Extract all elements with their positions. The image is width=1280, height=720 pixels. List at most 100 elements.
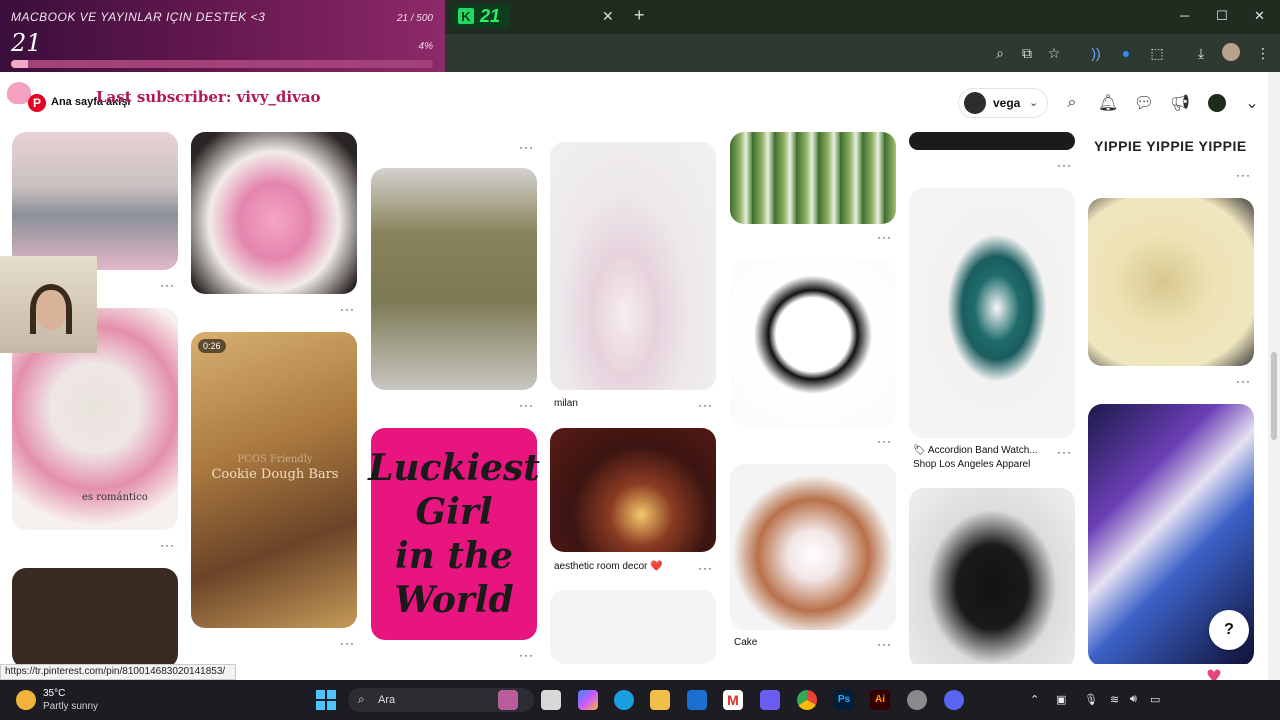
bookmark-star-icon[interactable]: ☆ bbox=[1045, 44, 1063, 62]
tray-app-icon[interactable]: ▣ bbox=[1056, 693, 1066, 706]
pin-more-button[interactable]: ··· bbox=[1236, 168, 1251, 182]
aesthetic-caption: aesthetic room decor ❤️ bbox=[554, 561, 663, 572]
account-menu-chevron-icon[interactable]: ⌄ bbox=[1242, 93, 1262, 113]
romantic-text: es romántico bbox=[82, 492, 148, 503]
shazam-icon[interactable]: ● bbox=[1117, 44, 1135, 62]
new-tab-button[interactable]: + bbox=[634, 5, 645, 26]
taskbar-search-placeholder: Ara bbox=[378, 694, 396, 706]
tray-chevron-icon[interactable]: ⌃ bbox=[1030, 693, 1039, 706]
pin-more-button[interactable]: ··· bbox=[519, 398, 534, 412]
discord-icon[interactable] bbox=[944, 690, 964, 710]
pin-more-button[interactable]: ··· bbox=[340, 636, 355, 650]
pin-more-button[interactable]: ··· bbox=[519, 648, 534, 662]
extension-badge: 21 bbox=[480, 5, 501, 26]
minimize-button[interactable]: ─ bbox=[1180, 8, 1189, 23]
pin-more-button[interactable]: ··· bbox=[160, 538, 175, 552]
pin-more-button[interactable]: ··· bbox=[698, 561, 713, 575]
obs-icon[interactable] bbox=[907, 690, 927, 710]
extension-tab[interactable]: K 21 bbox=[452, 4, 510, 28]
lucky-line: World bbox=[394, 579, 514, 621]
pin-fur-textile[interactable] bbox=[1088, 198, 1254, 366]
lucky-line: in the bbox=[394, 535, 514, 577]
task-view-icon[interactable] bbox=[541, 690, 561, 710]
maximize-button[interactable]: ☐ bbox=[1216, 8, 1228, 24]
pin-dark-top[interactable] bbox=[909, 132, 1075, 150]
app-icon[interactable] bbox=[760, 690, 780, 710]
pin-minecraft-cake[interactable] bbox=[730, 464, 896, 630]
donation-amount: 21 bbox=[11, 29, 42, 57]
pin-more-button[interactable]: ··· bbox=[519, 140, 534, 154]
widgets-app-icon[interactable] bbox=[498, 690, 518, 710]
file-explorer-icon[interactable] bbox=[650, 690, 670, 710]
pin-more-button[interactable]: ··· bbox=[1236, 374, 1251, 388]
close-tab-button[interactable]: ✕ bbox=[602, 8, 614, 25]
menu-icon[interactable]: ⋮ bbox=[1254, 44, 1272, 62]
pin-green-nails[interactable] bbox=[730, 132, 896, 224]
pin-luckiest-girl[interactable]: Luckiest Girl in the World bbox=[368, 428, 540, 640]
zoom-icon[interactable]: ⌕ bbox=[991, 44, 1009, 62]
chrome-icon[interactable] bbox=[797, 690, 817, 710]
illustrator-icon[interactable]: Ai bbox=[870, 690, 890, 710]
pin-dark-brown[interactable] bbox=[12, 568, 178, 664]
webcam-face bbox=[36, 290, 66, 330]
edge-icon[interactable] bbox=[614, 690, 634, 710]
pin-more-button[interactable]: ··· bbox=[698, 398, 713, 412]
pin-satin-heart-pillow[interactable] bbox=[191, 132, 357, 294]
download-icon[interactable]: ⤓ bbox=[1192, 44, 1210, 62]
pin-bedroom-window[interactable] bbox=[12, 132, 178, 270]
wifi-icon[interactable]: ≋ bbox=[1110, 693, 1119, 706]
weather-description: Partly sunny bbox=[43, 701, 99, 712]
profile-name: vega bbox=[993, 96, 1021, 110]
lucky-line: Girl bbox=[415, 491, 493, 533]
help-button[interactable]: ? bbox=[1209, 610, 1249, 650]
audio-icon[interactable]: )) bbox=[1087, 44, 1105, 62]
notifications-icon[interactable]: 🔔︎ bbox=[1098, 93, 1118, 113]
start-button[interactable] bbox=[316, 690, 336, 710]
close-window-button[interactable]: ✕ bbox=[1254, 8, 1265, 24]
pin-teal-watch[interactable] bbox=[909, 188, 1075, 438]
account-avatar[interactable] bbox=[1208, 94, 1226, 112]
outlook-icon[interactable] bbox=[687, 690, 707, 710]
pin-more-button[interactable]: ··· bbox=[1057, 445, 1072, 459]
cookie-subtitle: PCOS Friendly bbox=[237, 454, 313, 465]
photoshop-icon[interactable]: Ps bbox=[834, 690, 854, 710]
watch-caption-shop: Shop Los Angeles Apparel bbox=[913, 459, 1031, 470]
pin-green-knit-dress[interactable] bbox=[371, 168, 537, 390]
profile-avatar bbox=[964, 92, 986, 114]
messages-icon[interactable]: 💬︎ bbox=[1134, 93, 1154, 113]
pin-more-button[interactable]: ··· bbox=[877, 637, 892, 651]
battery-icon[interactable]: ▭ bbox=[1150, 693, 1160, 706]
pin-more-button[interactable]: ··· bbox=[340, 302, 355, 316]
scrollbar-thumb[interactable] bbox=[1271, 352, 1277, 440]
volume-icon[interactable]: 🔊︎ bbox=[1130, 693, 1137, 706]
microphone-icon[interactable]: 🎙︎ bbox=[1084, 693, 1098, 706]
donation-count: 21 / 500 bbox=[396, 13, 433, 24]
search-icon: ⌕ bbox=[358, 692, 365, 706]
pin-anime-sketch[interactable] bbox=[730, 260, 896, 426]
pin-more-button[interactable]: ··· bbox=[877, 434, 892, 448]
gmail-icon[interactable]: M bbox=[723, 690, 743, 710]
cookie-title: Cookie Dough Bars bbox=[211, 467, 339, 482]
yippie-text: YIPPIE YIPPIE YIPPIE bbox=[1094, 138, 1247, 154]
pin-black-dress[interactable] bbox=[909, 488, 1075, 664]
pin-leopard-candle[interactable] bbox=[550, 428, 716, 552]
install-icon[interactable]: ⧉ bbox=[1018, 44, 1036, 62]
weather-sun-icon[interactable] bbox=[16, 690, 36, 710]
pin-more-button[interactable]: ··· bbox=[160, 278, 175, 292]
pin-more-button[interactable]: ··· bbox=[1057, 158, 1072, 172]
pin-tulip-teapot[interactable] bbox=[550, 142, 716, 390]
updates-icon[interactable]: 📢︎ bbox=[1170, 93, 1190, 113]
pin-placeholder[interactable] bbox=[550, 590, 716, 664]
donation-progress-bar bbox=[11, 60, 433, 68]
pinterest-logo-icon[interactable]: P bbox=[28, 94, 46, 112]
video-duration-badge: 0:26 bbox=[198, 339, 226, 353]
search-icon[interactable]: ⌕ bbox=[1062, 93, 1082, 113]
pin-more-button[interactable]: ··· bbox=[877, 230, 892, 244]
profile-icon[interactable] bbox=[1222, 43, 1240, 61]
donation-title: MACBOOK VE YAYINLAR IÇIN DESTEK <3 bbox=[11, 10, 266, 24]
extensions-icon[interactable]: ⬚ bbox=[1148, 44, 1166, 62]
copilot-icon[interactable] bbox=[578, 690, 598, 710]
watch-caption-title: 🏷 Accordion Band Watch... bbox=[913, 445, 1038, 456]
cake-caption: Cake bbox=[734, 637, 758, 648]
status-url-bar: https://tr.pinterest.com/pin/81001468302… bbox=[0, 664, 236, 680]
